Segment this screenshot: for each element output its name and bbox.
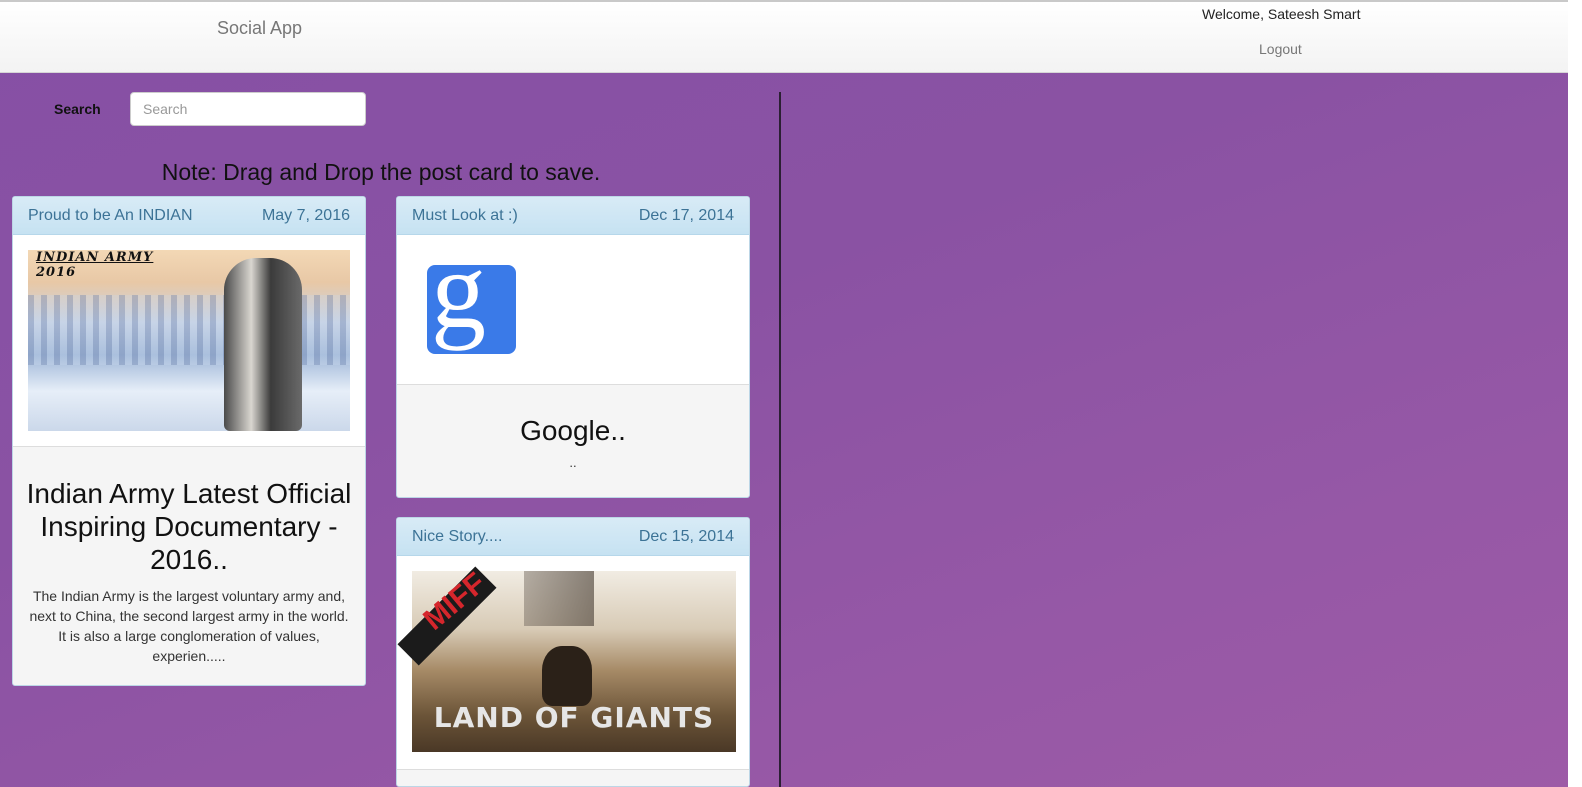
google-g-letter: g bbox=[431, 265, 486, 351]
post-image-area: g bbox=[397, 235, 749, 385]
post-image-area: MIFF LAND OF GIANTS bbox=[397, 556, 749, 770]
post-date: Dec 15, 2014 bbox=[638, 527, 734, 545]
post-card-header: Nice Story.... Dec 15, 2014 bbox=[397, 518, 749, 556]
land-of-giants-image[interactable]: MIFF LAND OF GIANTS bbox=[397, 566, 736, 752]
post-card-header: Must Look at :) Dec 17, 2014 bbox=[397, 197, 749, 235]
google-logo-icon[interactable]: g bbox=[427, 265, 516, 354]
search-label: Search bbox=[54, 101, 101, 117]
post-category: Proud to be An INDIAN bbox=[28, 206, 193, 224]
image-title-text: LAND OF GIANTS bbox=[433, 701, 715, 734]
window-edge bbox=[1568, 0, 1582, 787]
post-image-area: INDIAN ARMY 2016 bbox=[13, 235, 365, 447]
image-caption-line1: INDIAN ARMY bbox=[36, 250, 154, 265]
post-title: Google.. bbox=[520, 415, 626, 446]
runner-figure bbox=[542, 646, 592, 706]
post-card[interactable]: Proud to be An INDIAN May 7, 2016 INDIAN… bbox=[12, 196, 366, 686]
search-input[interactable] bbox=[130, 92, 366, 126]
image-caption-line2: 2016 bbox=[36, 265, 77, 280]
post-date: May 7, 2016 bbox=[261, 206, 350, 224]
post-category: Must Look at :) bbox=[412, 206, 518, 224]
post-card-header: Proud to be An INDIAN May 7, 2016 bbox=[13, 197, 365, 235]
brand-link[interactable]: Social App bbox=[217, 18, 302, 39]
top-navbar: Social App Welcome, Sateesh Smart Logout bbox=[0, 0, 1568, 73]
logout-link[interactable]: Logout bbox=[1259, 41, 1302, 57]
giant-legs bbox=[524, 571, 594, 626]
welcome-text: Welcome, Sateesh Smart bbox=[1202, 6, 1361, 22]
post-card[interactable]: Nice Story.... Dec 15, 2014 MIFF LAND OF… bbox=[396, 517, 750, 787]
panel-divider bbox=[779, 92, 781, 787]
drag-drop-note: Note: Drag and Drop the post card to sav… bbox=[161, 159, 601, 185]
post-card[interactable]: Must Look at :) Dec 17, 2014 g Google.. … bbox=[396, 196, 750, 498]
post-description: The Indian Army is the largest voluntary… bbox=[29, 588, 349, 664]
soldier-figure bbox=[224, 258, 302, 431]
post-category: Nice Story.... bbox=[412, 527, 503, 545]
post-description: .. bbox=[569, 455, 577, 470]
post-title: Indian Army Latest Official Inspiring Do… bbox=[26, 478, 352, 575]
post-date: Dec 17, 2014 bbox=[638, 206, 734, 224]
indian-army-image[interactable]: INDIAN ARMY 2016 bbox=[28, 250, 350, 431]
